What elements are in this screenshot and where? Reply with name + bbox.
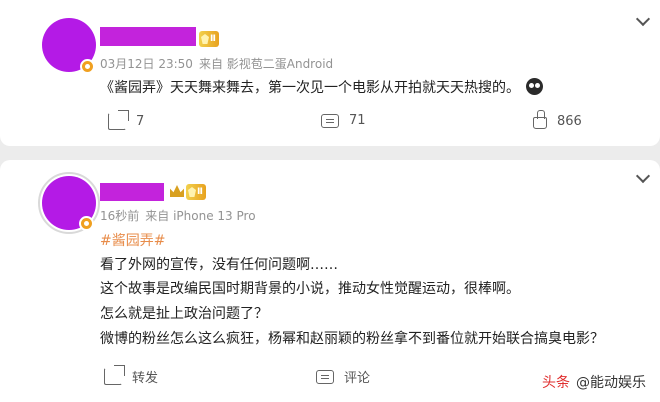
share-icon xyxy=(108,110,129,130)
post-source: 来自 iPhone 13 Pro xyxy=(145,209,256,223)
comment-icon xyxy=(321,113,339,128)
comment-label: 评论 xyxy=(344,371,371,386)
post-content: 《酱园弄》天天舞来舞去，第一次见一个电影从开拍就天天热搜的。 xyxy=(100,77,543,97)
post-meta: 16秒前 来自 iPhone 13 Pro xyxy=(100,207,262,224)
post-time: 16秒前 xyxy=(100,209,140,223)
share-count: 7 xyxy=(136,114,145,129)
verified-badge-icon xyxy=(79,216,94,231)
watermark-account: @能动娱乐 xyxy=(576,375,646,391)
comment-count: 71 xyxy=(349,113,366,128)
watermark-brand: 头条 xyxy=(542,375,570,391)
more-options-chevron-icon[interactable] xyxy=(635,168,651,184)
user-level-badge: Ⅱ xyxy=(186,184,206,200)
post-meta: 03月12日 23:50 来自 影视苞二蛋Android xyxy=(100,55,339,72)
post-text: 《酱园弄》天天舞来舞去，第一次见一个电影从开拍就天天热搜的。 xyxy=(100,80,520,96)
emoji-icon xyxy=(526,78,543,95)
share-button[interactable]: 转发 xyxy=(104,365,159,386)
comment-button[interactable]: 71 xyxy=(321,113,366,128)
share-button[interactable]: 7 xyxy=(108,110,145,130)
post-text-line: 看了外网的宣传，没有任何问题啊…… xyxy=(100,257,338,273)
more-options-chevron-icon[interactable] xyxy=(635,11,651,27)
post-time: 03月12日 23:50 xyxy=(100,57,193,71)
weibo-post-2: Ⅱ 16秒前 来自 iPhone 13 Pro #酱园弄# 看了外网的宣传，没有任… xyxy=(0,160,660,402)
watermark: 头条 @能动娱乐 xyxy=(542,372,646,392)
weibo-post-1: Ⅱ 03月12日 23:50 来自 影视苞二蛋Android 《酱园弄》天天舞来舞… xyxy=(0,0,660,146)
user-level-badge: Ⅱ xyxy=(199,31,219,47)
comment-icon xyxy=(316,369,334,384)
share-label: 转发 xyxy=(132,371,159,386)
crown-icon xyxy=(170,185,184,197)
username-redacted[interactable] xyxy=(100,27,196,46)
comment-button[interactable]: 评论 xyxy=(316,367,370,386)
user-level-label: Ⅱ xyxy=(197,187,203,197)
like-count: 866 xyxy=(557,113,582,129)
verified-badge-icon xyxy=(80,59,95,74)
hashtag-link[interactable]: #酱园弄# xyxy=(100,230,165,250)
post-source: 来自 影视苞二蛋Android xyxy=(198,57,334,71)
user-level-label: Ⅱ xyxy=(210,34,216,44)
like-button[interactable]: 866 xyxy=(533,110,582,129)
like-icon xyxy=(533,110,547,129)
post-text-line: 微博的粉丝怎么这么疯狂，杨幂和赵丽颖的粉丝拿不到番位就开始联合搞臭电影？ xyxy=(100,331,604,347)
post-text-line: 这个故事是改编民国时期背景的小说，推动女性觉醒运动，很棒啊。 xyxy=(100,281,520,297)
post-text-line: 怎么就是扯上政治问题了？ xyxy=(100,306,268,322)
share-icon xyxy=(104,365,125,385)
username-redacted[interactable] xyxy=(100,183,164,201)
